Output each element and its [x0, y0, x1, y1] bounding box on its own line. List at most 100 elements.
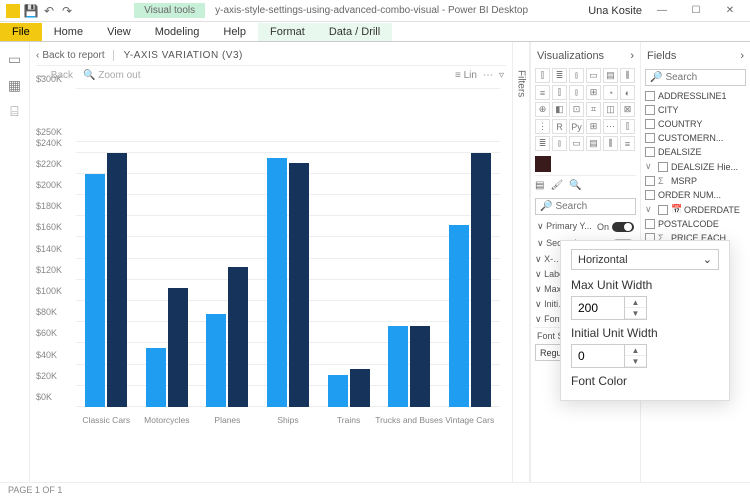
field-checkbox[interactable] — [645, 219, 655, 229]
tab-home[interactable]: Home — [42, 23, 95, 41]
viz-type-icon[interactable]: ▭ — [569, 136, 584, 151]
bar[interactable] — [267, 158, 287, 407]
initial-unit-width-input[interactable] — [572, 345, 624, 367]
viz-type-icon[interactable]: ⋯ — [603, 119, 618, 134]
viz-type-icon[interactable]: ⊠ — [620, 102, 635, 117]
viz-type-icon[interactable]: ⫾ — [569, 85, 584, 100]
viz-type-icon[interactable]: ≡ — [535, 85, 550, 100]
bar[interactable] — [350, 369, 370, 407]
bar[interactable] — [328, 375, 348, 407]
viz-type-icon[interactable]: ▤ — [603, 68, 618, 83]
viz-type-icon[interactable]: ≣ — [552, 68, 567, 83]
viz-type-icon[interactable]: ⫼ — [620, 68, 635, 83]
field-item[interactable]: POSTALCODE — [645, 217, 746, 231]
orientation-select[interactable]: Horizontal ⌄ — [571, 249, 719, 270]
fields-well-icon[interactable]: ▤ — [535, 180, 544, 191]
viz-type-icon[interactable]: ◧ — [552, 102, 567, 117]
chevron-right-icon[interactable]: › — [630, 50, 634, 62]
bar[interactable] — [388, 326, 408, 407]
max-unit-width-stepper[interactable]: ▲▼ — [571, 296, 647, 320]
field-checkbox[interactable] — [658, 162, 668, 172]
field-item[interactable]: DEALSIZE — [645, 145, 746, 159]
bar[interactable] — [107, 153, 127, 407]
close-button[interactable]: ✕ — [716, 1, 744, 21]
viz-type-icon[interactable]: ⫾ — [569, 68, 584, 83]
redo-icon[interactable]: ↷ — [60, 4, 74, 18]
bar[interactable] — [146, 348, 166, 407]
bar[interactable] — [410, 326, 430, 407]
filter-icon[interactable]: ▿ — [499, 70, 504, 81]
tab-modeling[interactable]: Modeling — [143, 23, 212, 41]
step-up-icon[interactable]: ▲ — [625, 345, 646, 356]
viz-type-icon[interactable]: ⊞ — [586, 85, 601, 100]
bar[interactable] — [168, 288, 188, 407]
tab-help[interactable]: Help — [211, 23, 258, 41]
viz-type-icon[interactable]: ⌗ — [586, 102, 601, 117]
analytics-pane-icon[interactable]: 🔍 — [569, 180, 581, 191]
fields-search[interactable]: 🔎 — [645, 69, 746, 86]
viz-type-icon[interactable]: ≡ — [620, 136, 635, 151]
viz-type-icon[interactable]: ⫿ — [620, 119, 635, 134]
viz-type-icon[interactable]: R — [552, 119, 567, 134]
step-down-icon[interactable]: ▼ — [625, 356, 646, 367]
field-item[interactable]: ∨📅ORDERDATE — [645, 202, 746, 217]
field-checkbox[interactable] — [645, 119, 655, 129]
field-checkbox[interactable] — [645, 176, 655, 186]
minimize-button[interactable]: — — [648, 1, 676, 21]
field-item[interactable]: COUNTRY — [645, 117, 746, 131]
more-options-icon[interactable]: ⋯ — [483, 70, 493, 81]
field-checkbox[interactable] — [658, 205, 668, 215]
bar-chart[interactable]: $0K$20K$40K$60K$80K$100K$120K$140K$160K$… — [36, 89, 506, 429]
format-search[interactable]: 🔎 — [535, 198, 636, 215]
fields-search-input[interactable] — [665, 72, 741, 83]
bar[interactable] — [228, 267, 248, 407]
field-item[interactable]: ΣMSRP — [645, 174, 746, 188]
field-checkbox[interactable] — [645, 133, 655, 143]
save-icon[interactable]: 💾 — [24, 4, 38, 18]
bar[interactable] — [289, 163, 309, 407]
viz-type-icon[interactable]: ◐ — [620, 85, 635, 100]
field-checkbox[interactable] — [645, 147, 655, 157]
format-search-input[interactable] — [555, 201, 631, 212]
user-name[interactable]: Una Kosite — [588, 5, 642, 17]
viz-type-icon[interactable]: ⋮ — [535, 119, 550, 134]
primary-y-toggle[interactable] — [612, 222, 634, 232]
step-up-icon[interactable]: ▲ — [625, 297, 646, 308]
filters-rail[interactable]: Filters — [512, 42, 530, 482]
initial-unit-width-stepper[interactable]: ▲▼ — [571, 344, 647, 368]
step-down-icon[interactable]: ▼ — [625, 308, 646, 319]
max-unit-width-input[interactable] — [572, 297, 624, 319]
primary-y-label[interactable]: ∨ Primary Y... — [537, 221, 592, 232]
scale-linear-toggle[interactable]: ≡ Lin — [455, 70, 477, 81]
format-pane-icon[interactable]: 🖌 — [550, 180, 563, 191]
viz-type-icon[interactable]: ⫾ — [552, 136, 567, 151]
viz-type-icon[interactable]: ≣ — [535, 136, 550, 151]
tab-format[interactable]: Format — [258, 23, 317, 41]
field-checkbox[interactable] — [645, 91, 655, 101]
maximize-button[interactable]: ☐ — [682, 1, 710, 21]
data-view-icon[interactable]: ▦ — [6, 76, 24, 94]
report-view-icon[interactable]: ▭ — [6, 50, 24, 68]
back-to-report-link[interactable]: ‹ Back to report — [36, 50, 105, 61]
viz-type-icon[interactable]: ◔ — [603, 85, 618, 100]
tab-data-drill[interactable]: Data / Drill — [317, 23, 392, 41]
undo-icon[interactable]: ↶ — [42, 4, 56, 18]
viz-type-icon[interactable]: ⊡ — [569, 102, 584, 117]
viz-type-grid[interactable]: ⫿≣⫾▭▤⫼≡⫿⫾⊞◔◐⊕◧⊡⌗◫⊠⋮RPy⊞⋯⫿≣⫾▭▤⫼≡ — [535, 66, 636, 153]
viz-type-icon[interactable]: Py — [569, 119, 584, 134]
field-item[interactable]: CUSTOMERN... — [645, 131, 746, 145]
viz-type-icon[interactable]: ▤ — [586, 136, 601, 151]
field-checkbox[interactable] — [645, 190, 655, 200]
field-item[interactable]: ADDRESSLINE1 — [645, 89, 746, 103]
chevron-right-icon[interactable]: › — [740, 50, 744, 62]
viz-type-icon[interactable]: ⫿ — [535, 68, 550, 83]
custom-visual-icon[interactable] — [535, 156, 551, 172]
bar[interactable] — [471, 153, 491, 407]
bar[interactable] — [449, 225, 469, 407]
field-checkbox[interactable] — [645, 105, 655, 115]
file-tab[interactable]: File — [0, 23, 42, 41]
viz-type-icon[interactable]: ⊞ — [586, 119, 601, 134]
viz-type-icon[interactable]: ⫼ — [603, 136, 618, 151]
model-view-icon[interactable]: ⌸ — [6, 102, 24, 120]
viz-type-icon[interactable]: ⫿ — [552, 85, 567, 100]
